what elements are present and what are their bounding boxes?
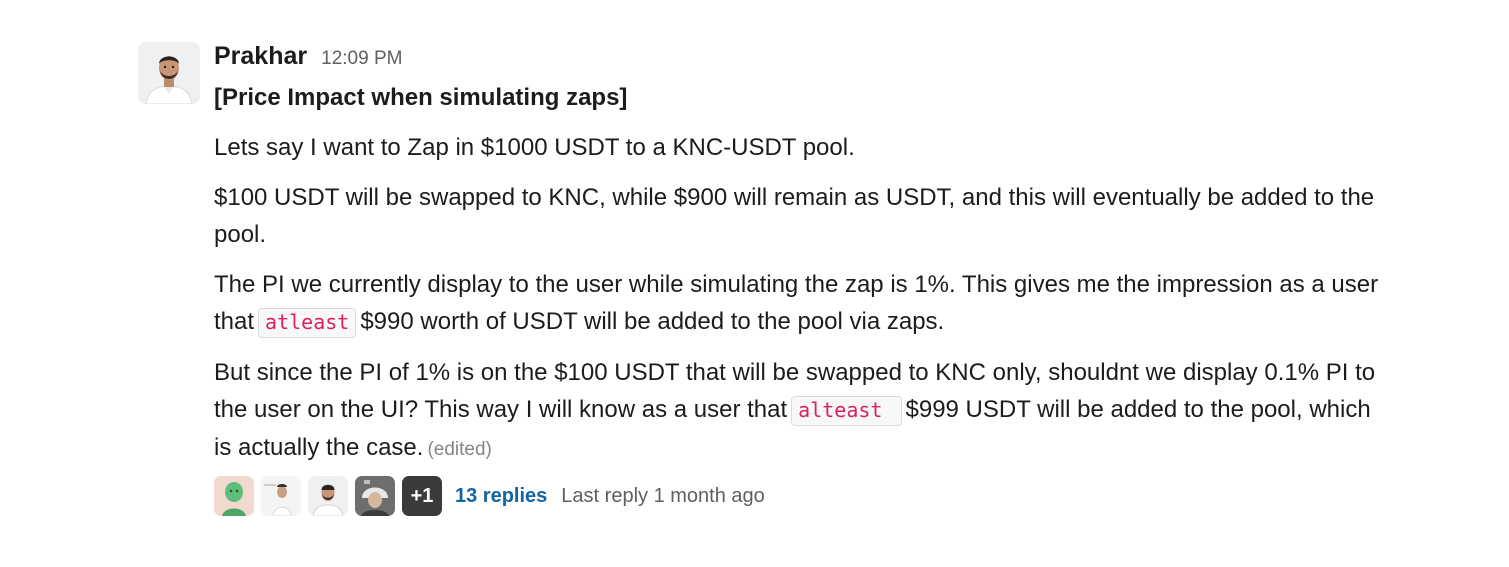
participant-avatar[interactable] [308,476,348,516]
message-paragraph: Lets say I want to Zap in $1000 USDT to … [214,129,1388,166]
message: Prakhar 12:09 PM [Price Impact when simu… [138,42,1388,518]
edited-label: (edited) [427,439,492,460]
more-participants-badge[interactable]: +1 [402,476,442,516]
paragraph-text: Lets say I want to Zap in $1000 USDT to … [214,134,855,161]
thread-summary[interactable]: +1 13 replies Last reply 1 month ago [214,474,1388,518]
participant-avatar[interactable] [214,476,254,516]
inline-code: alteast [791,396,902,426]
last-reply-text: Last reply 1 month ago [561,484,765,507]
paragraph-text: $100 USDT will be swapped to KNC, while … [214,184,1375,248]
participant-avatar[interactable] [355,476,395,516]
thread-replies-link[interactable]: 13 replies [455,485,547,508]
author-avatar[interactable] [138,42,200,104]
message-timestamp[interactable]: 12:09 PM [321,48,402,70]
message-paragraph: But since the PI of 1% is on the $100 US… [214,354,1388,468]
message-header: Prakhar 12:09 PM [214,42,1388,78]
author-name[interactable]: Prakhar [214,42,307,71]
inline-code: atleast [258,308,357,338]
message-title: [Price Impact when simulating zaps] [214,84,628,111]
avatar-person-light-icon [261,476,301,516]
avatar-prakhar-icon [308,476,348,516]
message-paragraph: $100 USDT will be swapped to KNC, while … [214,179,1388,253]
message-paragraph: The PI we currently display to the user … [214,266,1388,341]
avatar-person-helmet-icon [355,476,395,516]
avatar-green-statue-icon [214,476,254,516]
paragraph-text: $990 worth of USDT will be added to the … [360,308,945,335]
person-avatar-icon [138,42,200,104]
participant-avatar[interactable] [261,476,301,516]
message-content: Prakhar 12:09 PM [Price Impact when simu… [214,42,1388,518]
